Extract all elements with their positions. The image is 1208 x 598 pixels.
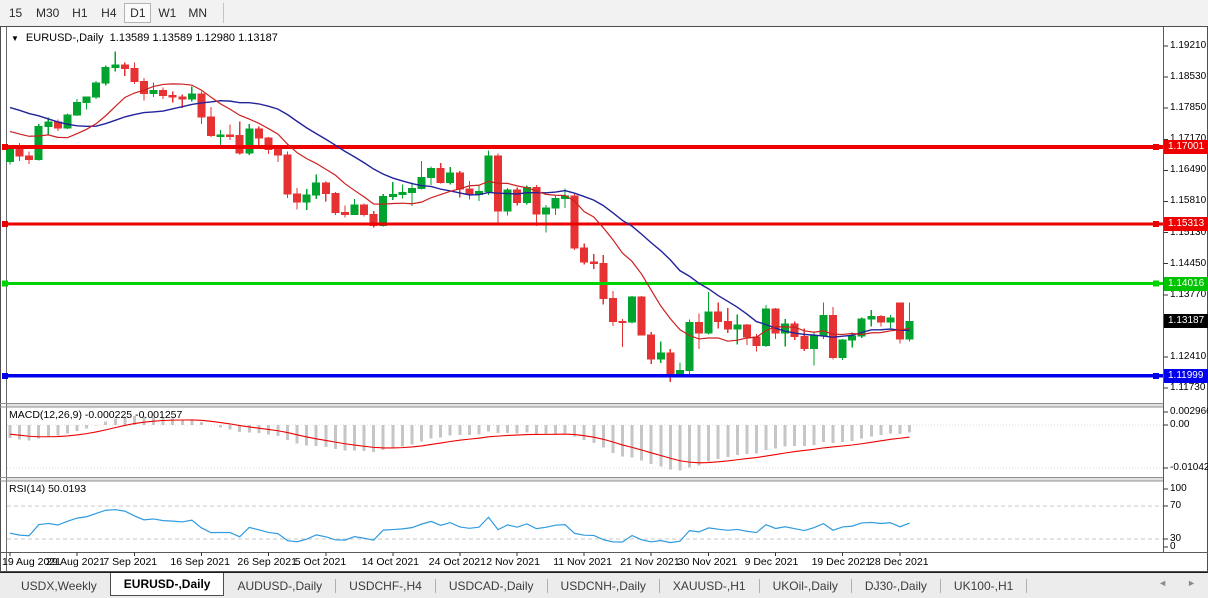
price-axis-tick-label: 1.12410 bbox=[1170, 351, 1207, 363]
chart-tab-eurusd-daily[interactable]: EURUSD-,Daily bbox=[110, 573, 225, 596]
timeframe-button-d1[interactable]: D1 bbox=[124, 3, 151, 23]
macd-axis-tick-label: 0.00 bbox=[1170, 419, 1207, 431]
rsi-axis-tick-label: 70 bbox=[1170, 500, 1207, 512]
price-axis-tick-label: 1.13770 bbox=[1170, 289, 1207, 301]
chart-canvas bbox=[0, 0, 1208, 598]
chart-tab-dj30-daily[interactable]: DJ30-,Daily bbox=[852, 573, 940, 598]
rsi-pane-area[interactable] bbox=[7, 482, 1163, 552]
price-axis-tick-label: 1.14450 bbox=[1170, 258, 1207, 270]
tab-scroll-left-icon[interactable]: ◄ bbox=[1158, 578, 1167, 588]
mt4-application-window: 15M30H1H4D1W1MN ▼ EURUSD-,Daily 1.13589 … bbox=[0, 0, 1208, 598]
price-axis-tick-label: 1.17850 bbox=[1170, 102, 1207, 114]
chart-tab-ukoil-daily[interactable]: UKOil-,Daily bbox=[760, 573, 851, 598]
chart-tabbar: USDX,WeeklyEURUSD-,DailyAUDUSD-,DailyUSD… bbox=[0, 572, 1208, 598]
rsi-indicator-label: RSI(14) 50.0193 bbox=[9, 483, 86, 495]
chart-tab-usdcnh-daily[interactable]: USDCNH-,Daily bbox=[548, 573, 659, 598]
chart-title-text: EURUSD-,Daily 1.13589 1.13589 1.12980 1.… bbox=[26, 32, 278, 44]
timeframe-button-mn[interactable]: MN bbox=[183, 3, 212, 23]
date-axis-label: 7 Sep 2021 bbox=[103, 556, 157, 568]
chart-collapse-icon[interactable]: ▼ bbox=[11, 34, 19, 43]
current-price-badge: 1.13187 bbox=[1164, 314, 1208, 328]
timeframe-button-h1[interactable]: H1 bbox=[66, 3, 93, 23]
level-price-badge: 1.11999 bbox=[1164, 369, 1208, 383]
date-axis-label: 30 Nov 2021 bbox=[678, 556, 738, 568]
level-price-badge: 1.14016 bbox=[1164, 277, 1208, 291]
date-axis-label: 21 Nov 2021 bbox=[620, 556, 680, 568]
timeframe-button-h4[interactable]: H4 bbox=[95, 3, 122, 23]
date-axis-label: 19 Dec 2021 bbox=[812, 556, 872, 568]
date-axis-label: 26 Sep 2021 bbox=[237, 556, 297, 568]
date-axis-label: 16 Sep 2021 bbox=[170, 556, 230, 568]
macd-axis-tick-label: -0.01042 bbox=[1170, 462, 1207, 474]
level-price-badge: 1.17001 bbox=[1164, 140, 1208, 154]
chart-tab-xauusd-h1[interactable]: XAUUSD-,H1 bbox=[660, 573, 759, 598]
price-axis-tick-label: 1.15810 bbox=[1170, 195, 1207, 207]
rsi-axis-tick-label: 100 bbox=[1170, 483, 1207, 495]
macd-axis-tick-label: 0.002966 bbox=[1170, 406, 1207, 418]
timeframe-button-m30[interactable]: M30 bbox=[31, 3, 64, 23]
main-chart-area[interactable] bbox=[7, 31, 1163, 403]
tab-scroll-right-icon[interactable]: ► bbox=[1187, 578, 1196, 588]
chart-tab-uk100-h1[interactable]: UK100-,H1 bbox=[941, 573, 1026, 598]
price-axis-tick-label: 1.18530 bbox=[1170, 71, 1207, 83]
rsi-axis-tick-label: 0 bbox=[1170, 541, 1207, 553]
timeframe-toolbar: 15M30H1H4D1W1MN bbox=[0, 0, 1208, 26]
macd-indicator-label: MACD(12,26,9) -0.000225 -0.001257 bbox=[9, 409, 182, 421]
date-axis-label: 5 Oct 2021 bbox=[295, 556, 346, 568]
date-axis-label: 11 Nov 2021 bbox=[553, 556, 612, 568]
date-axis-label: 29 Aug 2021 bbox=[46, 556, 105, 568]
date-axis-label: 9 Dec 2021 bbox=[745, 556, 799, 568]
price-axis-tick-label: 1.16490 bbox=[1170, 164, 1207, 176]
tab-separator bbox=[1026, 579, 1027, 593]
chart-tab-usdcad-daily[interactable]: USDCAD-,Daily bbox=[436, 573, 547, 598]
chart-tab-audusd-daily[interactable]: AUDUSD-,Daily bbox=[224, 573, 335, 598]
timeframe-button-15[interactable]: 15 bbox=[2, 3, 29, 23]
price-axis-tick-label: 1.19210 bbox=[1170, 40, 1207, 52]
chart-tab-usdchf-h4[interactable]: USDCHF-,H4 bbox=[336, 573, 435, 598]
timeframe-button-w1[interactable]: W1 bbox=[153, 3, 181, 23]
chart-title: ▼ EURUSD-,Daily 1.13589 1.13589 1.12980 … bbox=[11, 32, 278, 44]
date-axis-label: 2 Nov 2021 bbox=[486, 556, 540, 568]
toolbar-separator bbox=[223, 3, 224, 23]
date-axis-label: 24 Oct 2021 bbox=[429, 556, 486, 568]
level-price-badge: 1.15313 bbox=[1164, 217, 1208, 231]
price-axis-tick-label: 1.11730 bbox=[1170, 382, 1207, 394]
date-axis-label: 14 Oct 2021 bbox=[362, 556, 419, 568]
chart-tab-usdx-weekly[interactable]: USDX,Weekly bbox=[8, 573, 110, 598]
date-axis-label: 28 Dec 2021 bbox=[869, 556, 929, 568]
tab-scroll-buttons: ◄ ► bbox=[1158, 578, 1196, 588]
